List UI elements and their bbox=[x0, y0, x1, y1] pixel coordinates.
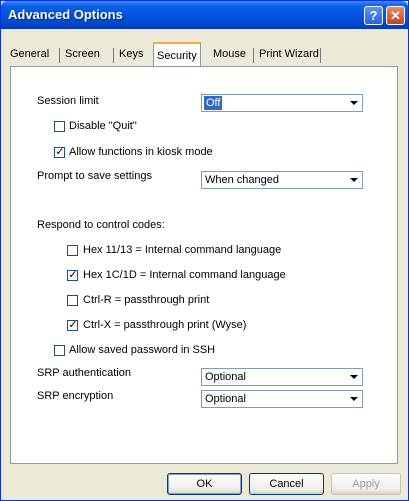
tab-keys[interactable]: Keys bbox=[116, 45, 146, 65]
chevron-down-icon[interactable] bbox=[346, 173, 361, 187]
close-icon[interactable]: ✕ bbox=[386, 6, 405, 25]
title-bar[interactable]: Advanced Options ? ✕ bbox=[1, 1, 408, 29]
checkmark-icon: ✓ bbox=[68, 269, 78, 281]
hex-11-13-label: Hex 11/13 = Internal command language bbox=[83, 244, 282, 256]
hex-1c-1d-checkbox[interactable]: ✓ bbox=[67, 269, 78, 281]
session-limit-label: Session limit bbox=[37, 95, 99, 107]
chevron-down-icon[interactable] bbox=[346, 96, 361, 110]
checkmark-icon: ✓ bbox=[68, 319, 78, 331]
apply-button[interactable]: Apply bbox=[331, 473, 401, 495]
ctrl-r-checkbox[interactable] bbox=[67, 295, 78, 306]
tab-divider bbox=[320, 48, 321, 63]
tab-security[interactable]: Security bbox=[153, 42, 201, 66]
srp-authentication-select[interactable]: Optional bbox=[201, 368, 363, 386]
tab-screen[interactable]: Screen bbox=[62, 45, 103, 65]
srp-encryption-select[interactable]: Optional bbox=[201, 390, 363, 408]
srp-authentication-label: SRP authentication bbox=[37, 367, 131, 379]
control-codes-heading: Respond to control codes: bbox=[37, 219, 165, 231]
srp-encryption-value: Optional bbox=[205, 393, 246, 405]
srp-authentication-value: Optional bbox=[205, 371, 246, 383]
ctrl-r-label: Ctrl-R = passthrough print bbox=[83, 294, 210, 306]
tab-divider bbox=[113, 48, 114, 63]
ctrl-x-label: Ctrl-X = passthrough print (Wyse) bbox=[83, 319, 247, 331]
prompt-save-label: Prompt to save settings bbox=[37, 170, 152, 182]
tab-mouse[interactable]: Mouse bbox=[210, 45, 249, 65]
tab-divider bbox=[253, 48, 254, 63]
srp-encryption-label: SRP encryption bbox=[37, 390, 114, 402]
ctrl-x-checkbox[interactable]: ✓ bbox=[67, 319, 78, 331]
session-limit-value: Off bbox=[204, 96, 223, 110]
prompt-save-value: When changed bbox=[205, 174, 279, 186]
help-icon[interactable]: ? bbox=[364, 6, 383, 25]
tab-general[interactable]: General bbox=[7, 45, 52, 65]
disable-quit-checkbox[interactable] bbox=[54, 121, 65, 132]
tab-print-wizard[interactable]: Print Wizard bbox=[256, 45, 322, 65]
tab-divider bbox=[59, 48, 60, 63]
window-title: Advanced Options bbox=[8, 7, 123, 22]
saved-password-ssh-checkbox[interactable] bbox=[54, 345, 65, 356]
session-limit-select[interactable]: Off bbox=[201, 94, 363, 112]
saved-password-ssh-label: Allow saved password in SSH bbox=[69, 344, 216, 356]
cancel-button[interactable]: Cancel bbox=[249, 473, 324, 495]
ok-button[interactable]: OK bbox=[167, 473, 242, 495]
disable-quit-label: Disable "Quit" bbox=[69, 120, 137, 132]
hex-1c-1d-label: Hex 1C/1D = Internal command language bbox=[83, 269, 286, 281]
security-panel: Session limit Off Disable "Quit" ✓ Allow… bbox=[10, 66, 398, 464]
chevron-down-icon[interactable] bbox=[346, 392, 361, 406]
checkmark-icon: ✓ bbox=[55, 146, 65, 158]
prompt-save-select[interactable]: When changed bbox=[201, 171, 363, 189]
hex-11-13-checkbox[interactable] bbox=[67, 245, 78, 256]
kiosk-mode-label: Allow functions in kiosk mode bbox=[69, 146, 213, 158]
advanced-options-dialog: Advanced Options ? ✕ General Screen Keys… bbox=[0, 0, 409, 501]
kiosk-mode-checkbox[interactable]: ✓ bbox=[54, 146, 65, 158]
chevron-down-icon[interactable] bbox=[346, 370, 361, 384]
